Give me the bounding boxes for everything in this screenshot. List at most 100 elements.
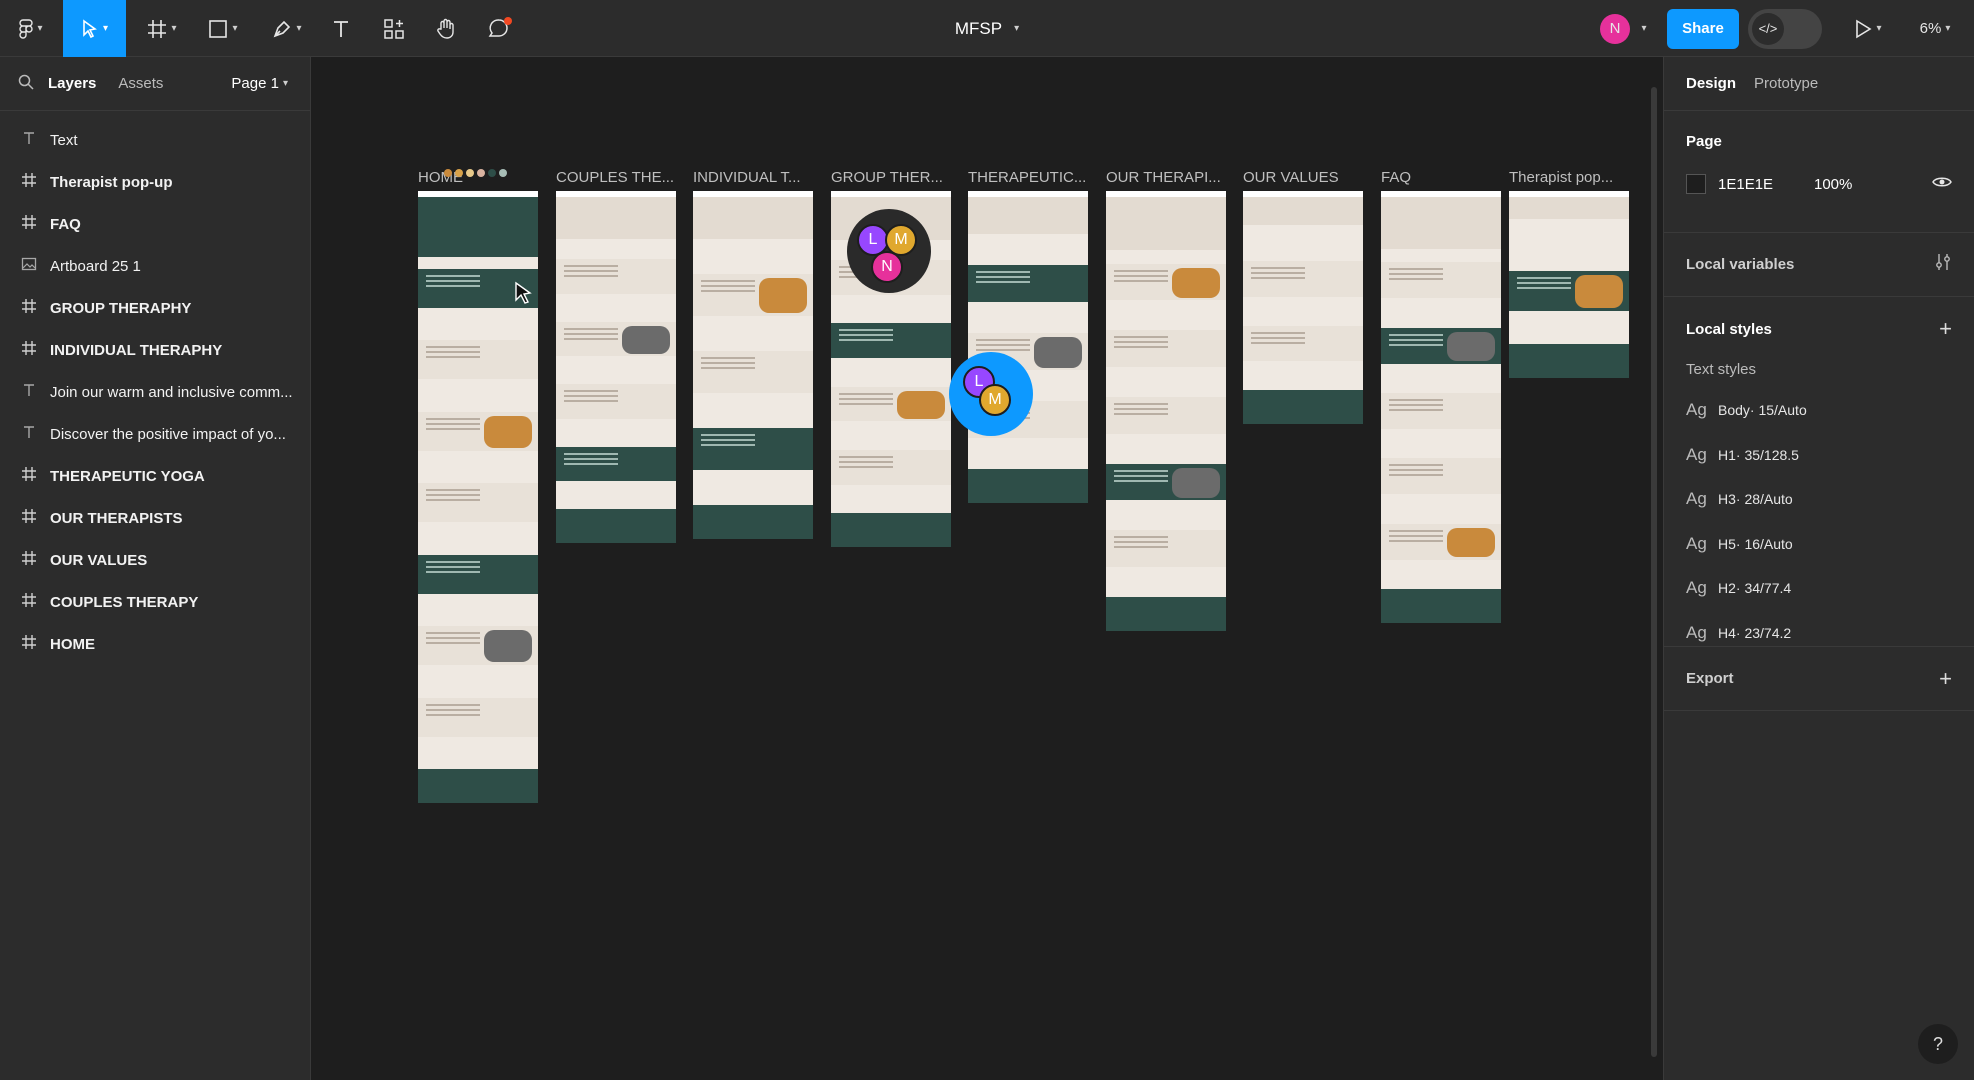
layer-label: THERAPEUTIC YOGA: [50, 467, 205, 485]
text-style-row[interactable]: Ag H1 · 35/128.5: [1686, 433, 1952, 478]
zoom-menu[interactable]: 6% ▾: [1910, 0, 1960, 57]
page-color-swatch[interactable]: [1686, 174, 1706, 194]
move-icon: [81, 18, 99, 39]
artboard-label[interactable]: GROUP THER...: [831, 169, 961, 186]
artboard-label[interactable]: FAQ: [1381, 169, 1511, 186]
page-selector[interactable]: Page 1 ▾: [231, 75, 288, 92]
layer-label: COUPLES THERAPY: [50, 593, 199, 611]
page-opacity-value[interactable]: 100%: [1814, 176, 1852, 193]
layer-row[interactable]: Text: [0, 119, 310, 161]
frame-icon: [18, 172, 40, 193]
layer-row[interactable]: HOME: [0, 623, 310, 665]
layer-row[interactable]: INDIVIDUAL THERAPHY: [0, 329, 310, 371]
resources-button[interactable]: [377, 0, 411, 57]
search-icon[interactable]: [18, 74, 34, 94]
zoom-level: 6%: [1919, 20, 1942, 37]
artboard[interactable]: [1243, 191, 1363, 424]
text-style-row[interactable]: Ag H5 · 16/Auto: [1686, 522, 1952, 567]
artboard-label[interactable]: OUR THERAPI...: [1106, 169, 1236, 186]
artboard-text-line: [701, 444, 755, 446]
artboard-image: [1172, 467, 1220, 498]
comment-tool-button[interactable]: [482, 0, 518, 57]
move-tool-button[interactable]: ▾: [63, 0, 126, 57]
eye-icon[interactable]: [1932, 175, 1952, 193]
layer-row[interactable]: OUR THERAPISTS: [0, 497, 310, 539]
artboard-label[interactable]: COUPLES THE...: [556, 169, 686, 186]
text-style-row[interactable]: Ag Body · 15/Auto: [1686, 388, 1952, 433]
layer-row[interactable]: OUR VALUES: [0, 539, 310, 581]
add-style-icon[interactable]: +: [1939, 316, 1952, 342]
artboard-text-line: [426, 274, 480, 277]
shape-tool-button[interactable]: ▾: [200, 0, 246, 57]
hand-tool-button[interactable]: [429, 0, 463, 57]
vertical-scrollbar[interactable]: [1651, 87, 1657, 1057]
text-style-row[interactable]: Ag H3 · 28/Auto: [1686, 477, 1952, 522]
collaborator-cluster[interactable]: L M N: [847, 209, 931, 293]
artboard-text-line: [564, 265, 618, 268]
artboard[interactable]: [1106, 191, 1226, 631]
text-style-row[interactable]: Ag H2 · 34/77.4: [1686, 566, 1952, 611]
code-icon: </>: [1752, 12, 1784, 45]
artboard-label[interactable]: OUR VALUES: [1243, 169, 1373, 186]
artboard-text-line: [426, 570, 480, 573]
layer-row[interactable]: Join our warm and inclusive comm...: [0, 371, 310, 413]
collaborator-cluster[interactable]: L M: [949, 352, 1033, 436]
dev-mode-toggle[interactable]: </>: [1748, 8, 1822, 49]
text-style-spec: · 15/Auto: [1749, 402, 1807, 419]
artboard-text-line: [1251, 277, 1305, 280]
tab-layers[interactable]: Layers: [48, 75, 96, 92]
main-menu-button[interactable]: ▾: [8, 0, 54, 57]
text-style-icon: Ag: [1686, 622, 1707, 642]
artboard-footer: [968, 469, 1088, 503]
page-color-value[interactable]: 1E1E1E: [1718, 176, 1814, 193]
swatch: [488, 169, 496, 177]
artboard[interactable]: [1381, 191, 1501, 623]
add-export-icon[interactable]: +: [1939, 666, 1952, 692]
layer-row[interactable]: FAQ: [0, 203, 310, 245]
artboard-text-line: [1389, 469, 1443, 472]
artboard-label[interactable]: Therapist pop...: [1509, 169, 1639, 186]
file-title[interactable]: MFSP: [955, 19, 1002, 39]
artboard-text-line: [1389, 539, 1443, 542]
artboard-label[interactable]: INDIVIDUAL T...: [693, 169, 823, 186]
artboard-image: [484, 415, 532, 448]
canvas[interactable]: HOME COUPLES THE... INDIVIDUAL T... GROUP T…: [311, 57, 1663, 1080]
artboard-footer: [1509, 344, 1629, 378]
frame-tool-button[interactable]: ▾: [139, 0, 185, 57]
text-tool-button[interactable]: [325, 0, 357, 57]
local-variables-title: Local variables: [1686, 256, 1795, 273]
variables-settings-icon[interactable]: [1934, 253, 1952, 276]
artboard-text-line: [1251, 267, 1305, 270]
cursor-icon: [514, 281, 534, 310]
toolbar: ▾ ▾ ▾ ▾ ▾ MFSP ▾ N ▾ Share </> ▾ 6% ▾: [0, 0, 1974, 57]
layer-label: Text: [50, 131, 78, 149]
artboard-text-line: [426, 346, 480, 348]
layer-row[interactable]: COUPLES THERAPY: [0, 581, 310, 623]
present-button[interactable]: ▾: [1848, 0, 1888, 57]
artboard-text-line: [1517, 286, 1571, 289]
tab-prototype[interactable]: Prototype: [1754, 75, 1818, 92]
layer-row[interactable]: Discover the positive impact of yo...: [0, 413, 310, 455]
artboard-text-line: [426, 499, 480, 501]
tab-assets[interactable]: Assets: [118, 75, 163, 92]
artboard[interactable]: [1509, 191, 1629, 378]
layer-row[interactable]: THERAPEUTIC YOGA: [0, 455, 310, 497]
artboard[interactable]: [693, 191, 813, 539]
layer-row[interactable]: GROUP THERAPHY: [0, 287, 310, 329]
help-button[interactable]: ?: [1918, 1024, 1958, 1064]
artboard-text-line: [1517, 281, 1571, 284]
multiplayer-menu-button[interactable]: ▾: [1635, 0, 1649, 57]
artboard[interactable]: [968, 191, 1088, 503]
layer-label: Therapist pop-up: [50, 173, 173, 191]
pen-tool-button[interactable]: ▾: [264, 0, 310, 57]
share-button[interactable]: Share: [1667, 8, 1739, 49]
user-avatar-button[interactable]: N: [1595, 0, 1635, 57]
layer-row[interactable]: Therapist pop-up: [0, 161, 310, 203]
tab-design[interactable]: Design: [1686, 75, 1736, 92]
artboard[interactable]: [556, 191, 676, 543]
layer-row[interactable]: Artboard 25 1: [0, 245, 310, 287]
artboard-label[interactable]: THERAPEUTIC...: [968, 169, 1098, 186]
artboard-text-line: [1389, 273, 1443, 276]
artboard-text-line: [1114, 346, 1168, 349]
chevron-down-icon[interactable]: ▾: [1014, 23, 1019, 34]
